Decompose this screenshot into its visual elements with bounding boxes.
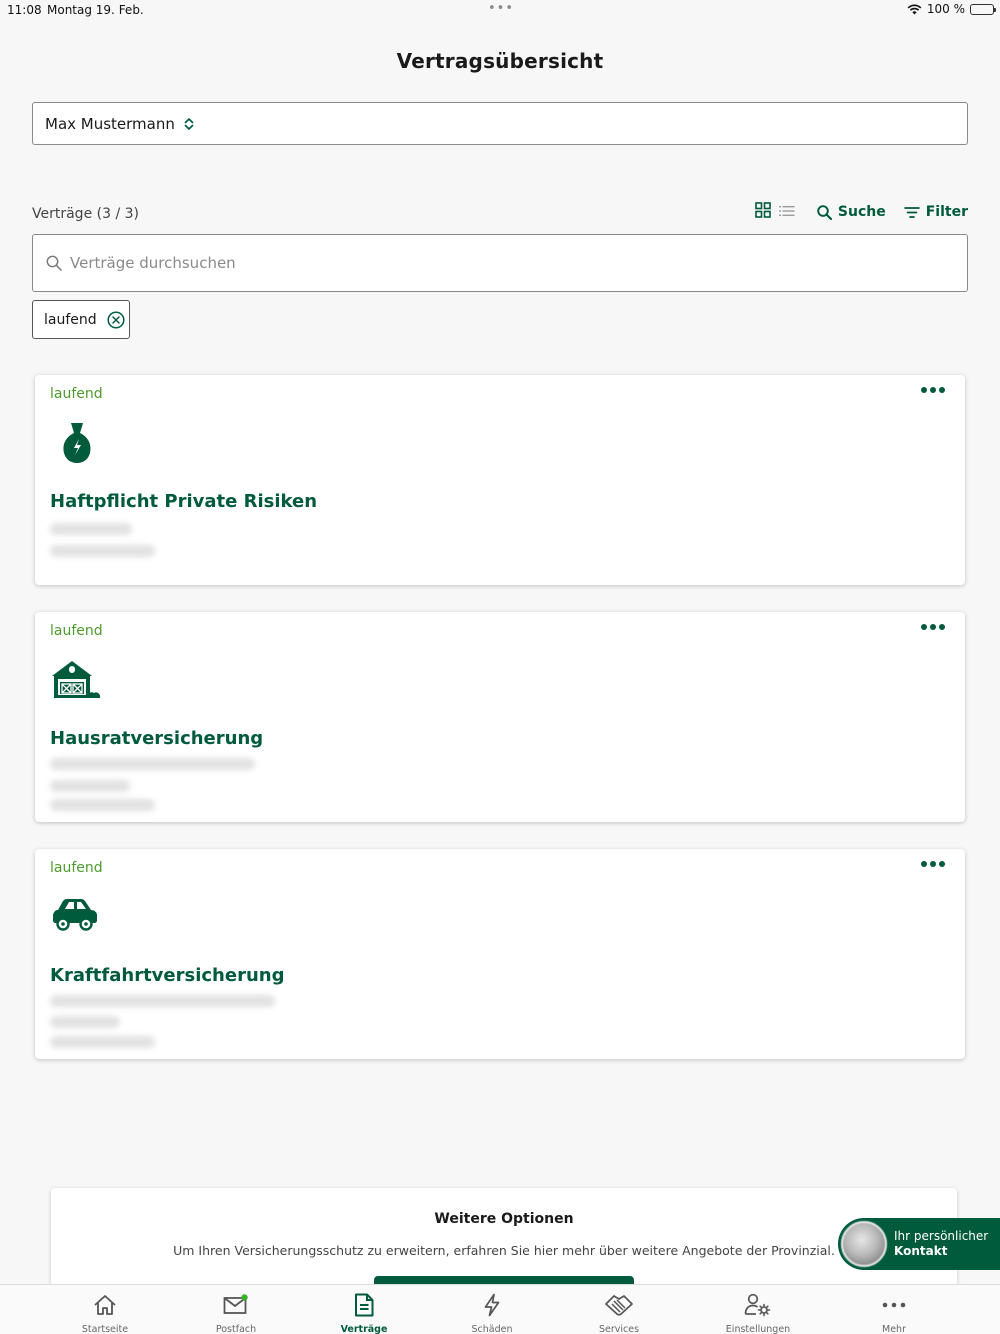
options-description: Um Ihren Versicherungsschutz zu erweiter… bbox=[173, 1243, 835, 1258]
contracts-header: Verträge (3 / 3) Suche Filter bbox=[32, 200, 968, 226]
home-icon bbox=[45, 1291, 165, 1319]
vase-icon bbox=[50, 421, 102, 469]
wifi-icon bbox=[907, 4, 922, 14]
lightning-icon bbox=[432, 1291, 552, 1319]
car-icon bbox=[50, 895, 102, 943]
tab-postfach[interactable]: Postfach bbox=[176, 1291, 296, 1334]
more-options-icon[interactable] bbox=[921, 624, 945, 630]
more-icon bbox=[834, 1291, 954, 1319]
contract-search-box[interactable] bbox=[32, 234, 968, 292]
status-right: 100 % bbox=[907, 2, 996, 16]
contract-title: Hausratversicherung bbox=[50, 728, 264, 749]
filter-action[interactable]: Filter bbox=[903, 204, 968, 220]
contact-label: Ihr persönlicher Kontakt bbox=[894, 1229, 994, 1259]
contract-card-kraftfahrt[interactable]: laufend Kraftfahrtversicherung bbox=[35, 849, 965, 1059]
personal-contact-button[interactable]: Ihr persönlicher Kontakt bbox=[838, 1218, 1000, 1270]
list-view-icon[interactable] bbox=[778, 203, 795, 222]
multitasking-dots-icon[interactable]: ••• bbox=[488, 1, 514, 16]
contract-card-hausrat[interactable]: laufend Hausratversicherung bbox=[35, 612, 965, 822]
contact-label-line1: Ihr persönlicher bbox=[894, 1229, 989, 1243]
tab-label: Startseite bbox=[81, 1324, 129, 1334]
tab-label: Verträge bbox=[340, 1324, 388, 1334]
tab-label: Mehr bbox=[882, 1324, 906, 1334]
battery-percent: 100 % bbox=[926, 2, 965, 16]
tab-label: Einstellungen bbox=[725, 1324, 791, 1334]
close-circle-icon[interactable] bbox=[107, 310, 125, 329]
person-select[interactable]: Max Mustermann bbox=[32, 102, 968, 145]
user-settings-icon bbox=[698, 1291, 818, 1319]
contract-title: Haftpflicht Private Risiken bbox=[50, 491, 318, 512]
contract-card-haftpflicht[interactable]: laufend Haftpflicht Private Risiken bbox=[35, 375, 965, 585]
tab-bar: Startseite Postfach Verträge Schäden Ser… bbox=[0, 1284, 1000, 1334]
contract-count: Verträge (3 / 3) bbox=[32, 206, 139, 222]
contract-search-input[interactable] bbox=[70, 254, 870, 272]
tab-schaeden[interactable]: Schäden bbox=[432, 1291, 552, 1334]
contract-status: laufend bbox=[50, 623, 103, 639]
more-options-icon[interactable] bbox=[921, 387, 945, 393]
redacted-detail bbox=[50, 758, 255, 770]
contract-status: laufend bbox=[50, 386, 103, 402]
redacted-detail bbox=[50, 995, 275, 1007]
more-options-icon[interactable] bbox=[921, 861, 945, 867]
person-select-value: Max Mustermann bbox=[45, 114, 175, 133]
view-toggle bbox=[755, 202, 795, 222]
chevron-up-down-icon bbox=[183, 117, 195, 131]
redacted-detail bbox=[50, 545, 155, 557]
page-title: Vertragsübersicht bbox=[396, 49, 604, 73]
redacted-detail bbox=[50, 1036, 155, 1048]
redacted-detail bbox=[50, 1016, 120, 1028]
tab-mehr[interactable]: Mehr bbox=[834, 1291, 954, 1334]
filter-action-label: Filter bbox=[925, 204, 968, 220]
tab-einstellungen[interactable]: Einstellungen bbox=[698, 1291, 818, 1334]
contract-title: Kraftfahrtversicherung bbox=[50, 965, 285, 986]
search-action-label: Suche bbox=[837, 204, 886, 220]
redacted-detail bbox=[50, 780, 130, 792]
tab-vertraege[interactable]: Verträge bbox=[304, 1291, 424, 1334]
tab-label: Schäden bbox=[471, 1324, 513, 1334]
mail-icon bbox=[176, 1291, 296, 1319]
status-bar: 11:08 Montag 19. Feb. ••• 100 % bbox=[0, 0, 1000, 22]
tab-startseite[interactable]: Startseite bbox=[45, 1291, 165, 1334]
status-time: 11:08 bbox=[7, 3, 42, 17]
tab-services[interactable]: Services bbox=[559, 1291, 679, 1334]
search-icon bbox=[817, 204, 832, 220]
contact-label-line2: Kontakt bbox=[894, 1244, 948, 1258]
house-icon bbox=[50, 658, 102, 706]
redacted-detail bbox=[50, 523, 132, 535]
contact-avatar bbox=[841, 1221, 887, 1267]
contract-status: laufend bbox=[50, 860, 103, 876]
redacted-detail bbox=[50, 799, 155, 811]
header-actions: Suche Filter bbox=[755, 202, 968, 222]
grid-view-icon[interactable] bbox=[755, 202, 771, 222]
tab-label: Services bbox=[598, 1324, 640, 1334]
search-field-icon bbox=[46, 255, 62, 271]
status-date: Montag 19. Feb. bbox=[47, 3, 144, 17]
filter-chip-label: laufend bbox=[44, 311, 97, 328]
document-icon bbox=[304, 1291, 424, 1319]
search-action[interactable]: Suche bbox=[817, 204, 886, 220]
battery-icon bbox=[970, 3, 996, 15]
options-title: Weitere Optionen bbox=[434, 1211, 574, 1227]
handshake-icon bbox=[559, 1291, 679, 1319]
tab-label: Postfach bbox=[215, 1324, 257, 1334]
filter-icon bbox=[903, 206, 920, 218]
filter-chip-laufend[interactable]: laufend bbox=[32, 300, 130, 339]
